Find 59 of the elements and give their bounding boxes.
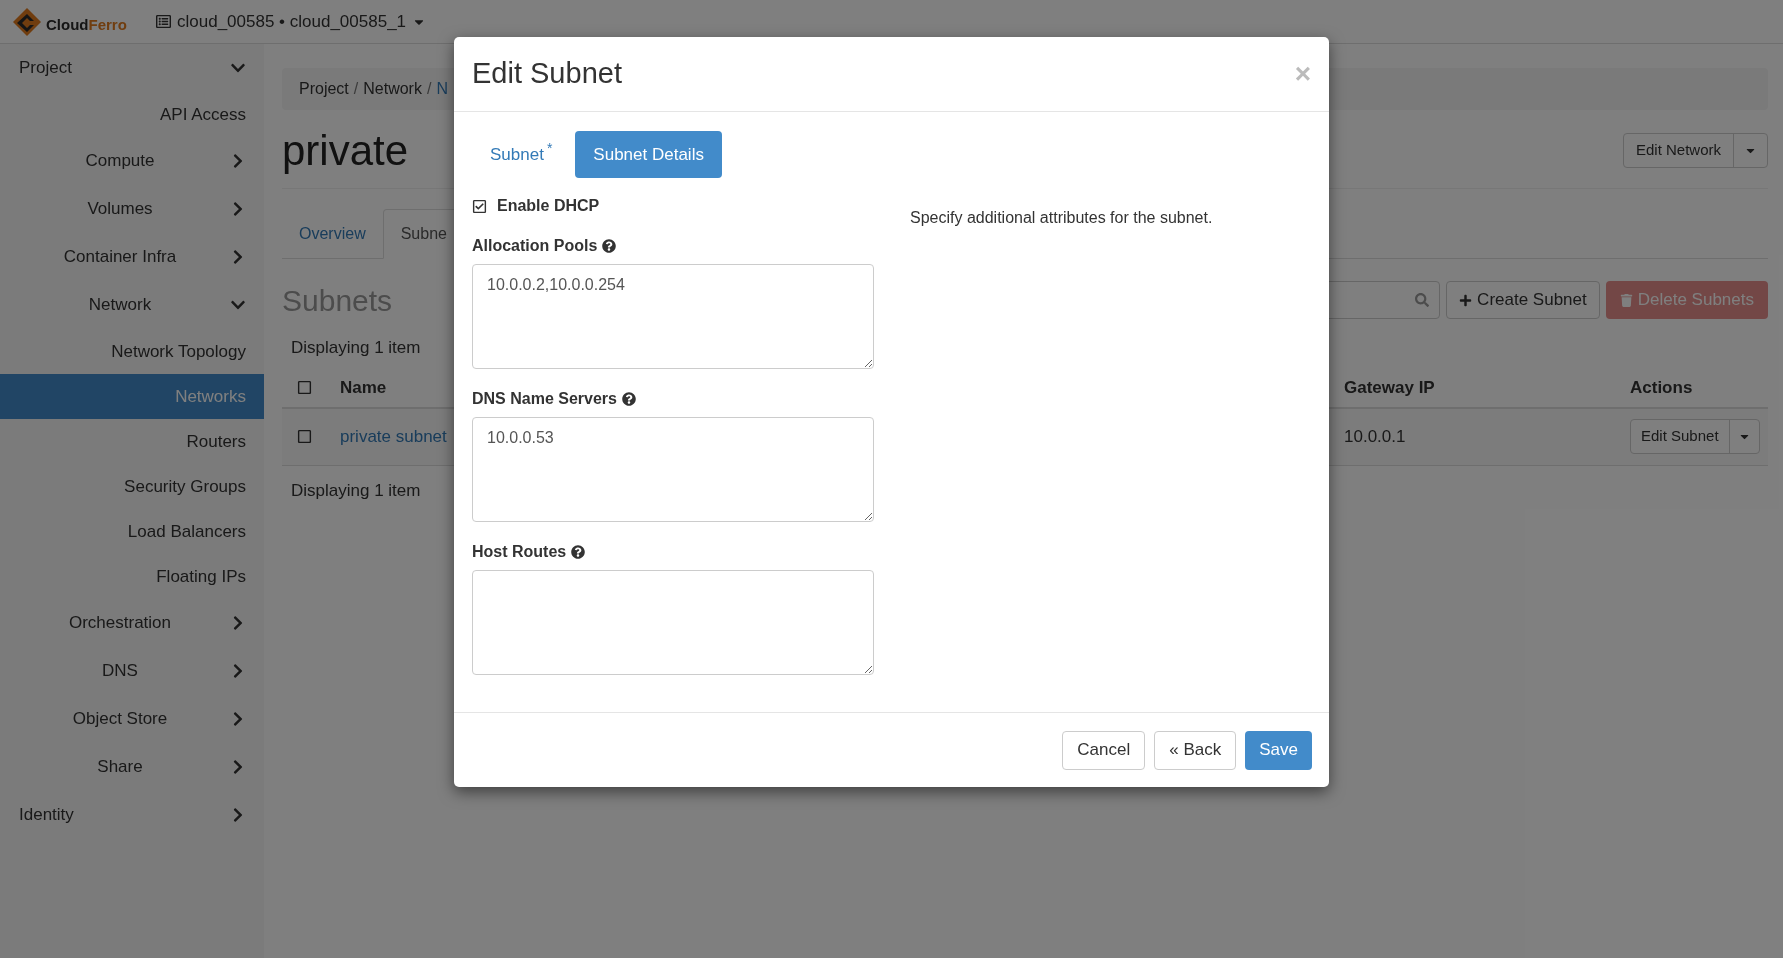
list-icon bbox=[156, 14, 171, 29]
dialog-tab[interactable]: Subnet Details bbox=[575, 131, 722, 178]
sidebar-group[interactable]: Share bbox=[0, 743, 264, 791]
breadcrumb-separator: / bbox=[425, 79, 433, 99]
sidebar-item[interactable]: Security Groups bbox=[0, 464, 264, 509]
split-button[interactable]: Edit Subnet bbox=[1630, 419, 1760, 454]
dialog-button[interactable]: Save bbox=[1245, 730, 1312, 770]
sidebar-group[interactable]: Object Store bbox=[0, 695, 264, 743]
help-text: Specify additional attributes for the subnet. bbox=[910, 209, 1213, 226]
dialog-button[interactable]: « Back bbox=[1154, 730, 1237, 770]
create-subnet-button[interactable]: Create Subnet bbox=[1446, 281, 1600, 319]
text-area[interactable]: 10.0.0.2,10.0.0.254 bbox=[472, 264, 874, 369]
sidebar-item[interactable]: Floating IPs bbox=[0, 554, 264, 599]
sidebar-group[interactable]: Compute bbox=[0, 137, 264, 185]
breadcrumb-item[interactable]: Network bbox=[363, 77, 422, 101]
field-label: Allocation Pools bbox=[472, 236, 598, 256]
project-switcher[interactable]: cloud_00585 • cloud_00585_1 bbox=[156, 8, 427, 35]
breadcrumb-item[interactable]: N bbox=[436, 77, 448, 101]
breadcrumb-item[interactable]: Project bbox=[299, 77, 349, 101]
split-button[interactable]: Edit Network bbox=[1622, 133, 1768, 168]
sidebar-group[interactable]: Volumes bbox=[0, 185, 264, 233]
sidebar-section[interactable]: Project bbox=[0, 44, 264, 92]
dialog-button[interactable]: Cancel bbox=[1062, 730, 1146, 770]
text-area[interactable]: 10.0.0.53 bbox=[472, 417, 874, 522]
help-icon bbox=[571, 545, 586, 559]
subnet-link[interactable]: private subnet bbox=[340, 423, 447, 450]
page-tab[interactable]: Overview bbox=[282, 209, 383, 258]
item-count: Displaying 1 item bbox=[290, 479, 422, 502]
plus-icon bbox=[1459, 293, 1473, 307]
column-header: Gateway IP bbox=[1344, 376, 1435, 399]
dialog-title: Edit Subnet bbox=[472, 56, 622, 92]
sidebar-group[interactable]: Network bbox=[0, 281, 264, 329]
sidebar-group[interactable]: Orchestration bbox=[0, 599, 264, 647]
logo-icon bbox=[12, 6, 42, 37]
sidebar-item[interactable]: Routers bbox=[0, 419, 264, 464]
dialog-tab[interactable]: Subnet $^{*}$ bbox=[472, 131, 571, 178]
sidebar-item[interactable]: Load Balancers bbox=[0, 509, 264, 554]
checkbox-label: Enable DHCP bbox=[497, 196, 600, 216]
checkbox[interactable] bbox=[297, 429, 312, 444]
sidebar-item[interactable]: Networks bbox=[0, 374, 264, 419]
table-cell-text: 10.0.0.1 bbox=[1344, 425, 1406, 448]
column-header: Name bbox=[340, 376, 387, 399]
checkbox[interactable] bbox=[472, 198, 487, 214]
sidebar-group[interactable]: DNS bbox=[0, 647, 264, 695]
page-title: private bbox=[282, 129, 409, 172]
field-label: DNS Name Servers bbox=[472, 389, 617, 409]
column-header: Actions bbox=[1630, 376, 1693, 399]
search-icon bbox=[1415, 293, 1430, 307]
sidebar-item[interactable]: Network Topology bbox=[0, 329, 264, 374]
logo-text: CloudFerro bbox=[46, 15, 127, 36]
help-icon bbox=[602, 239, 617, 253]
item-count: Displaying 1 item bbox=[290, 337, 422, 359]
sidebar-group[interactable]: Container Infra bbox=[0, 233, 264, 281]
breadcrumb-separator: / bbox=[352, 79, 360, 99]
field-label: Host Routes bbox=[472, 542, 567, 562]
sidebar-item[interactable]: API Access bbox=[0, 92, 264, 137]
help-icon bbox=[621, 392, 636, 406]
sidebar-section[interactable]: Identity bbox=[0, 791, 264, 839]
checkbox[interactable] bbox=[297, 380, 312, 395]
